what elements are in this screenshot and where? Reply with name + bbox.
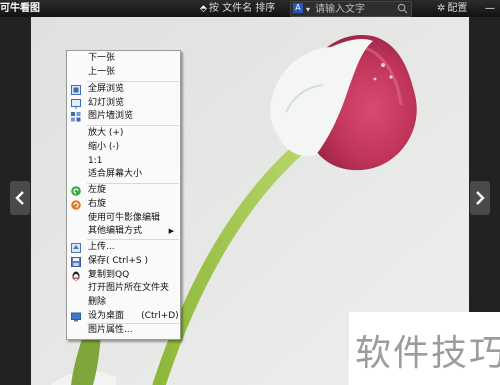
menu-item-set-wallpaper[interactable]: 设为桌面 (Ctrl+D) xyxy=(67,310,180,323)
menu-item-copy-to-qq[interactable]: 复制到QQ xyxy=(67,269,180,282)
search-box[interactable]: A ▾ xyxy=(290,1,412,17)
menu-item-photo-wall[interactable]: 图片墙浏览 xyxy=(67,110,180,123)
menu-item-zoom-out[interactable]: 缩小 (-) xyxy=(67,141,180,154)
app-title: 可牛看图 xyxy=(0,3,40,14)
menu-separator xyxy=(87,125,179,126)
submenu-arrow-icon: ▶ xyxy=(168,227,174,235)
menu-item-other-edit[interactable]: 其他编辑方式 ▶ xyxy=(67,225,180,238)
sort-button[interactable]: ⬘ 按 文件名 排序 xyxy=(200,0,275,18)
next-image-button[interactable] xyxy=(470,181,490,215)
previous-image-button[interactable] xyxy=(10,181,30,215)
menu-item-rotate-right[interactable]: 右旋 xyxy=(67,198,180,211)
menu-item-edit-with-keniu[interactable]: 使用可牛影像编辑 xyxy=(67,212,180,225)
menu-item-properties[interactable]: 图片属性... xyxy=(67,324,180,337)
menu-item-upload[interactable]: 上传... xyxy=(67,241,180,254)
upload-icon xyxy=(71,243,81,253)
menu-separator xyxy=(87,81,179,82)
sort-arrow-icon: ⬘ xyxy=(200,4,207,14)
menu-item-previous[interactable]: 上一张 xyxy=(67,66,180,79)
chevron-down-icon[interactable]: ▾ xyxy=(306,1,310,18)
gear-icon: ✲ xyxy=(437,3,446,14)
sort-label: 按 文件名 排序 xyxy=(208,3,276,14)
chevron-left-icon xyxy=(15,191,24,205)
menu-item-fit-screen[interactable]: 适合屏幕大小 xyxy=(67,168,180,181)
menu-item-fullscreen[interactable]: 全屏浏览 xyxy=(67,83,180,96)
search-icon[interactable] xyxy=(397,3,408,14)
watermark-text: 软件技巧 xyxy=(355,333,500,374)
menu-separator xyxy=(87,239,179,240)
save-icon xyxy=(71,257,81,267)
desktop-icon xyxy=(71,312,81,322)
slideshow-icon xyxy=(71,99,81,109)
photo-wall-icon xyxy=(71,112,81,122)
config-button[interactable]: ✲ 配置 xyxy=(437,0,467,17)
watermark: 软件技巧 xyxy=(349,312,500,385)
menu-item-delete[interactable]: 删除 xyxy=(67,296,180,309)
fullscreen-icon xyxy=(71,85,81,95)
menu-item-next[interactable]: 下一张 xyxy=(67,52,180,65)
qq-icon xyxy=(72,271,80,281)
minimize-icon[interactable]: — xyxy=(485,0,495,17)
menu-item-open-folder[interactable]: 打开图片所在文件夹 xyxy=(67,282,180,295)
search-mode-icon[interactable]: A xyxy=(293,3,303,13)
context-menu: 下一张 上一张 全屏浏览 幻灯浏览 图片墙浏览 放大 (+) 缩小 (-) 1:… xyxy=(66,50,181,340)
menu-item-save[interactable]: 保存( Ctrl+S ) xyxy=(67,255,180,268)
menu-item-zoom-in[interactable]: 放大 (+) xyxy=(67,127,180,140)
menu-item-slideshow[interactable]: 幻灯浏览 xyxy=(67,97,180,110)
title-bar: 可牛看图 ⬘按 文件名 排序 A ▾ ✲配置 — xyxy=(0,0,500,17)
menu-item-rotate-left[interactable]: 左旋 xyxy=(67,184,180,197)
rotate-left-icon xyxy=(71,186,81,196)
search-input[interactable] xyxy=(315,2,393,16)
chevron-right-icon xyxy=(476,191,485,205)
menu-item-actual-size[interactable]: 1:1 xyxy=(67,155,180,168)
rotate-right-icon xyxy=(71,200,81,210)
config-label: 配置 xyxy=(447,3,468,14)
